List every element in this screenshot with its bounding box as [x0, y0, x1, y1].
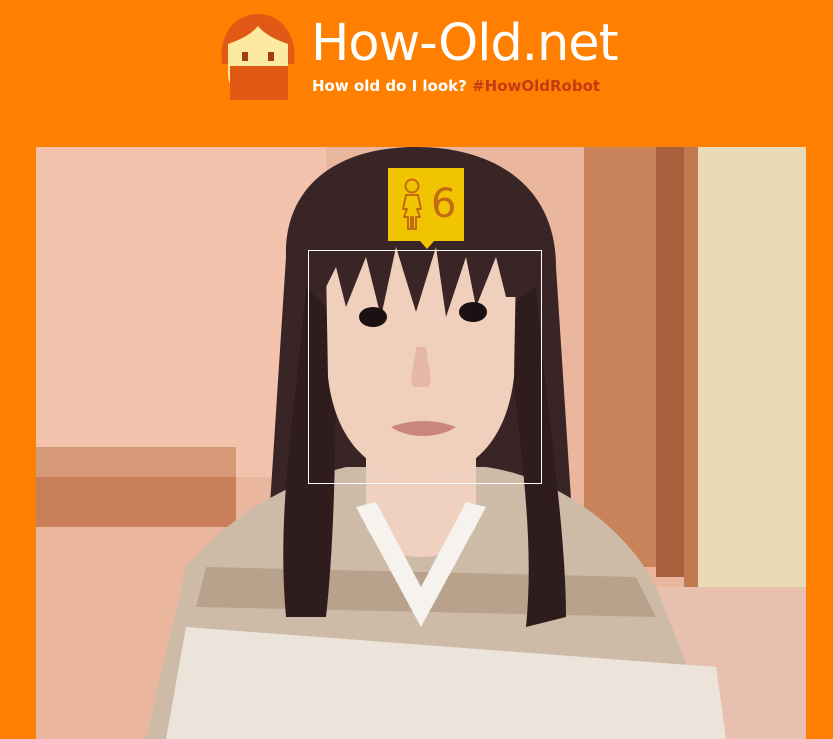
age-badge: 6 [388, 168, 464, 249]
uploaded-photo: 6 [36, 147, 806, 739]
site-title[interactable]: How-Old.net [311, 12, 619, 76]
robot-logo-icon[interactable] [216, 12, 300, 100]
hashtag-link[interactable]: #HowOldRobot [472, 77, 600, 95]
age-value: 6 [431, 181, 457, 227]
tagline-question: How old do I look? [312, 77, 467, 95]
site-header: How-Old.net How old do I look? #HowOldRo… [0, 0, 833, 147]
tagline: How old do I look? #HowOldRobot [312, 76, 600, 96]
face-detection-box [308, 250, 542, 484]
female-icon [402, 178, 422, 230]
